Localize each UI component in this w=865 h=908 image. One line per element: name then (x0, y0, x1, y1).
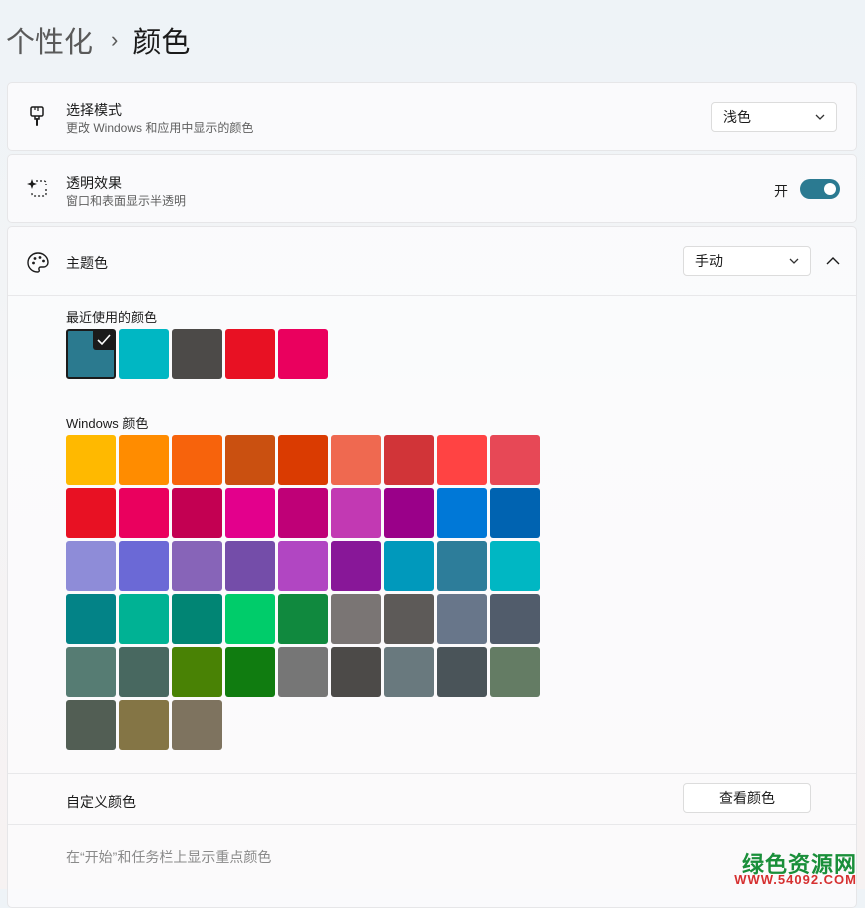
windows-color-swatch[interactable] (172, 488, 222, 538)
windows-color-swatch[interactable] (225, 488, 275, 538)
recent-color-swatch[interactable] (66, 329, 116, 379)
recent-color-swatch[interactable] (172, 329, 222, 379)
windows-color-swatch[interactable] (66, 435, 116, 485)
windows-color-swatch[interactable] (119, 700, 169, 750)
windows-color-swatch[interactable] (172, 594, 222, 644)
chevron-up-icon[interactable] (821, 249, 845, 273)
windows-color-swatch[interactable] (172, 541, 222, 591)
taskbar-accent-label: 在“开始”和任务栏上显示重点颜色 (66, 849, 272, 865)
windows-color-swatch[interactable] (437, 435, 487, 485)
accent-dropdown-value: 手动 (695, 253, 723, 269)
toggle-knob (824, 183, 836, 195)
brush-icon (30, 106, 44, 126)
windows-color-swatch[interactable] (331, 435, 381, 485)
transparency-toggle-label: 开 (774, 183, 788, 199)
page-title: 颜色 (132, 27, 191, 59)
mode-title: 选择模式 (66, 102, 122, 118)
windows-color-swatch[interactable] (172, 700, 222, 750)
windows-color-swatch[interactable] (437, 541, 487, 591)
windows-color-swatch[interactable] (66, 647, 116, 697)
windows-color-swatch[interactable] (490, 541, 540, 591)
windows-color-swatch[interactable] (119, 647, 169, 697)
mode-dropdown-value: 浅色 (723, 109, 751, 125)
windows-color-swatch[interactable] (437, 647, 487, 697)
transparency-subtitle: 窗口和表面显示半透明 (66, 194, 187, 208)
watermark-url: WWW.54092.COM (734, 872, 857, 887)
chevron-down-icon (789, 258, 799, 264)
palette-icon (27, 252, 49, 273)
custom-divider (8, 773, 856, 774)
windows-color-swatch[interactable] (437, 488, 487, 538)
windows-color-swatch[interactable] (437, 594, 487, 644)
recent-color-swatch[interactable] (119, 329, 169, 379)
taskbar-divider (8, 824, 856, 825)
windows-color-swatch[interactable] (384, 541, 434, 591)
windows-color-swatch[interactable] (490, 647, 540, 697)
windows-color-swatch[interactable] (384, 488, 434, 538)
windows-color-swatch[interactable] (384, 435, 434, 485)
windows-color-swatch[interactable] (119, 435, 169, 485)
accent-card: 主题色 手动 最近使用的颜色 Windows 颜色 自定义颜色 查看颜色 在“开… (7, 226, 857, 908)
mode-subtitle: 更改 Windows 和应用中显示的颜色 (66, 121, 254, 135)
windows-color-swatch[interactable] (384, 647, 434, 697)
breadcrumb-separator: › (111, 27, 119, 52)
windows-color-swatch[interactable] (119, 541, 169, 591)
mode-card: 选择模式 更改 Windows 和应用中显示的颜色 浅色 (7, 82, 857, 151)
windows-color-swatch[interactable] (66, 541, 116, 591)
windows-color-swatch[interactable] (490, 488, 540, 538)
transparency-toggle[interactable] (800, 179, 840, 199)
windows-color-swatch[interactable] (66, 594, 116, 644)
windows-color-swatch[interactable] (119, 488, 169, 538)
windows-color-swatch[interactable] (66, 488, 116, 538)
watermark-logo: 绿色资源网 WWW.54092.COM (691, 847, 861, 887)
recent-color-swatch[interactable] (225, 329, 275, 379)
chevron-down-icon (815, 114, 825, 120)
sparkle-icon (27, 179, 47, 197)
windows-color-swatch[interactable] (66, 700, 116, 750)
windows-color-swatch[interactable] (278, 541, 328, 591)
accent-dropdown[interactable]: 手动 (683, 246, 811, 276)
windows-color-swatch[interactable] (278, 435, 328, 485)
windows-color-swatch[interactable] (490, 594, 540, 644)
custom-color-label: 自定义颜色 (66, 794, 136, 810)
windows-color-swatch[interactable] (490, 435, 540, 485)
accent-title: 主题色 (66, 255, 108, 271)
windows-color-swatch[interactable] (172, 435, 222, 485)
windows-colors-label: Windows 颜色 (66, 416, 149, 431)
windows-color-swatch[interactable] (384, 594, 434, 644)
check-icon (93, 330, 115, 350)
accent-divider (8, 295, 856, 296)
windows-color-swatch[interactable] (225, 541, 275, 591)
windows-color-swatch[interactable] (278, 647, 328, 697)
windows-color-swatch[interactable] (331, 594, 381, 644)
windows-color-swatch[interactable] (278, 594, 328, 644)
windows-color-swatch[interactable] (172, 647, 222, 697)
windows-color-swatch[interactable] (225, 594, 275, 644)
windows-color-swatch[interactable] (331, 647, 381, 697)
recent-colors-label: 最近使用的颜色 (66, 310, 158, 325)
windows-color-swatch[interactable] (119, 594, 169, 644)
mode-dropdown[interactable]: 浅色 (711, 102, 837, 132)
recent-color-swatch[interactable] (278, 329, 328, 379)
windows-color-swatch[interactable] (225, 647, 275, 697)
breadcrumb: 个性化 › 颜色 (6, 18, 190, 62)
breadcrumb-parent[interactable]: 个性化 (6, 19, 93, 61)
transparency-title: 透明效果 (66, 175, 122, 191)
view-colors-button[interactable]: 查看颜色 (683, 783, 811, 813)
transparency-card: 透明效果 窗口和表面显示半透明 开 (7, 154, 857, 223)
windows-color-swatch[interactable] (225, 435, 275, 485)
windows-color-swatch[interactable] (331, 488, 381, 538)
windows-color-swatch[interactable] (278, 488, 328, 538)
windows-color-swatch[interactable] (331, 541, 381, 591)
